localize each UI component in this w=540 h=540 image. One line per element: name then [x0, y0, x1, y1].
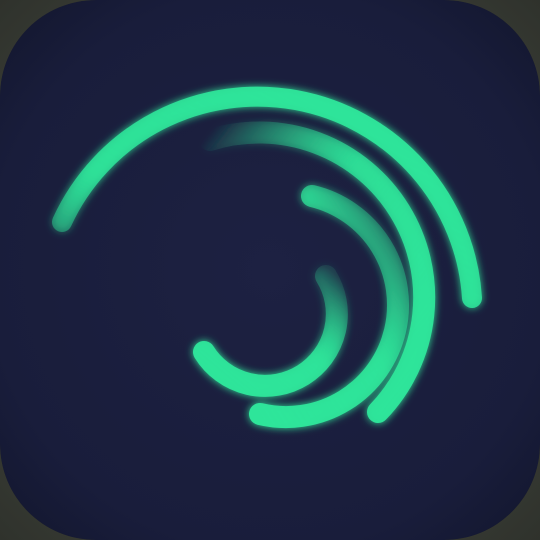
- app-icon[interactable]: [0, 0, 540, 540]
- icon-frame: [0, 0, 540, 540]
- swirl-arcs-logo-icon: [0, 0, 540, 540]
